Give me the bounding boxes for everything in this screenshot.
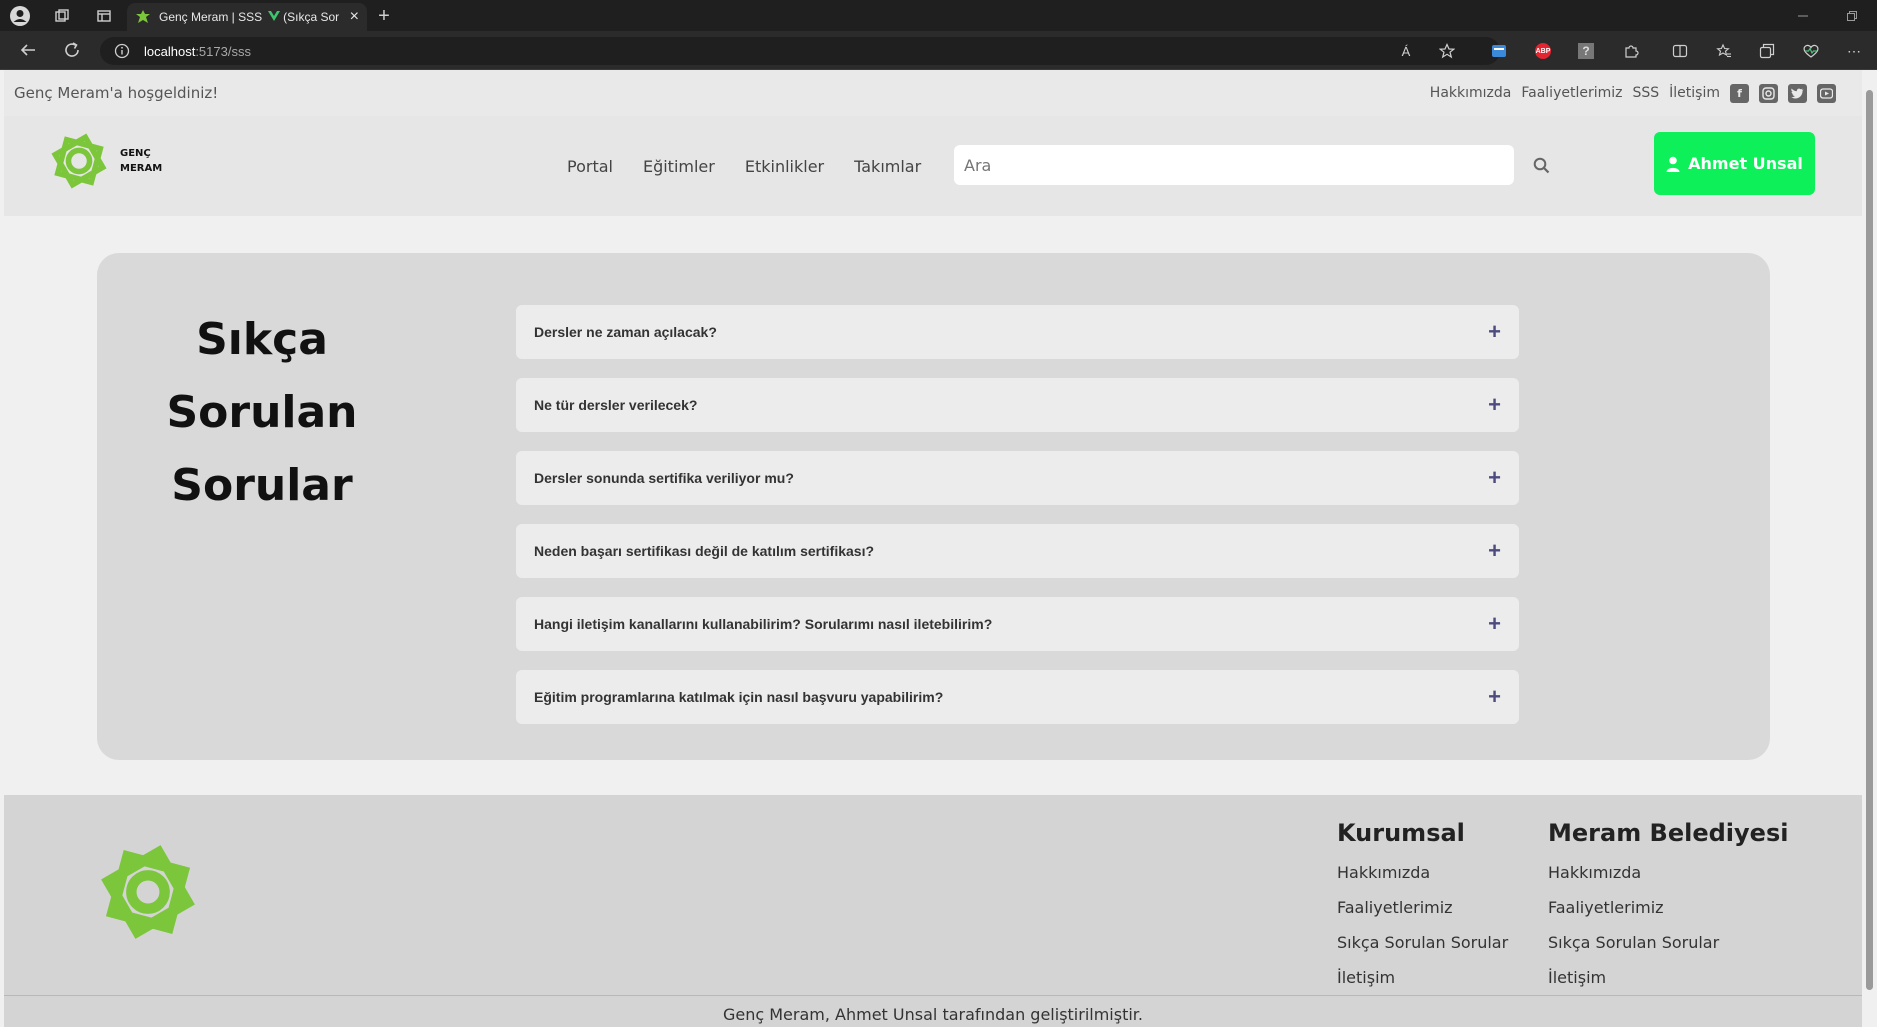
favorites-icon[interactable] bbox=[1710, 37, 1738, 65]
page-title-line: Sorular bbox=[171, 460, 353, 511]
url-host: localhost bbox=[144, 43, 196, 59]
browser-tab-bar: Genç Meram | SSS (Sıkça Sor × + bbox=[0, 0, 1877, 31]
faq-question: Ne tür dersler verilecek? bbox=[534, 397, 698, 413]
faq-question: Hangi iletişim kanallarını kullanabiliri… bbox=[534, 616, 993, 632]
search-input[interactable] bbox=[954, 145, 1514, 185]
search-icon[interactable] bbox=[1527, 151, 1555, 179]
favorite-star-icon[interactable] bbox=[1433, 37, 1461, 65]
tab-title: Genç Meram | SSS bbox=[159, 10, 263, 24]
logo-text-line1: GENÇ bbox=[120, 148, 151, 159]
nav-trainings[interactable]: Eğitimler bbox=[643, 157, 715, 176]
facebook-icon[interactable]: f bbox=[1730, 83, 1749, 103]
workspaces-icon[interactable] bbox=[48, 2, 76, 30]
faq-item[interactable]: Hangi iletişim kanallarını kullanabiliri… bbox=[516, 597, 1519, 651]
site-logo[interactable]: GENÇ MERAM bbox=[48, 130, 198, 192]
expand-plus-icon[interactable]: + bbox=[1488, 540, 1501, 562]
page-viewport: Genç Meram'a hoşgeldiniz! Hakkımızda Faa… bbox=[4, 70, 1862, 1027]
footer-column-belediye: Meram Belediyesi Hakkımızda Faaliyetleri… bbox=[1548, 811, 1788, 995]
footer-divider bbox=[4, 995, 1862, 996]
logo-text-line2: MERAM bbox=[120, 163, 163, 174]
faq-question: Dersler ne zaman açılacak? bbox=[534, 324, 717, 340]
scrollbar-thumb[interactable] bbox=[1866, 90, 1873, 990]
restore-icon[interactable] bbox=[1838, 2, 1866, 30]
minimize-icon[interactable] bbox=[1789, 2, 1817, 30]
footer-link[interactable]: Faaliyetlerimiz bbox=[1548, 890, 1788, 925]
footer-link[interactable]: Hakkımızda bbox=[1337, 855, 1508, 890]
expand-plus-icon[interactable]: + bbox=[1488, 321, 1501, 343]
nav-events[interactable]: Etkinlikler bbox=[745, 157, 824, 176]
browser-essentials-icon[interactable] bbox=[1797, 37, 1825, 65]
read-aloud-icon[interactable]: Á bbox=[1392, 37, 1420, 65]
extension-unknown-icon[interactable]: ? bbox=[1572, 37, 1600, 65]
twitter-icon[interactable] bbox=[1788, 83, 1807, 103]
top-link-about[interactable]: Hakkımızda bbox=[1430, 85, 1512, 101]
top-link-contact[interactable]: İletişim bbox=[1669, 85, 1720, 101]
new-tab-icon[interactable]: + bbox=[370, 2, 398, 30]
faq-item[interactable]: Eğitim programlarına katılmak için nasıl… bbox=[516, 670, 1519, 724]
site-footer: Kurumsal Hakkımızda Faaliyetlerimiz Sıkç… bbox=[4, 795, 1862, 1027]
page-title-line: Sıkça bbox=[196, 314, 328, 365]
collections-icon[interactable] bbox=[1753, 37, 1781, 65]
faq-question: Eğitim programlarına katılmak için nasıl… bbox=[534, 689, 944, 705]
back-icon[interactable] bbox=[14, 36, 42, 64]
tab-actions-icon[interactable] bbox=[90, 2, 118, 30]
expand-plus-icon[interactable]: + bbox=[1488, 467, 1501, 489]
extensions-puzzle-icon[interactable] bbox=[1617, 37, 1645, 65]
faq-item[interactable]: Ne tür dersler verilecek? + bbox=[516, 378, 1519, 432]
expand-plus-icon[interactable]: + bbox=[1488, 686, 1501, 708]
youtube-icon[interactable] bbox=[1817, 83, 1836, 103]
top-link-faq[interactable]: SSS bbox=[1632, 85, 1659, 101]
footer-link[interactable]: Sıkça Sorulan Sorular bbox=[1337, 925, 1508, 960]
footer-link[interactable]: Hakkımızda bbox=[1548, 855, 1788, 890]
faq-question: Neden başarı sertifikası değil de katılı… bbox=[534, 543, 875, 559]
more-menu-icon[interactable]: ⋯ bbox=[1840, 37, 1868, 65]
user-account-button[interactable]: Ahmet Unsal bbox=[1654, 132, 1815, 195]
expand-plus-icon[interactable]: + bbox=[1488, 394, 1501, 416]
close-tab-icon[interactable]: × bbox=[350, 8, 359, 26]
footer-link[interactable]: İletişim bbox=[1548, 960, 1788, 995]
faq-item[interactable]: Dersler sonunda sertifika veriliyor mu? … bbox=[516, 451, 1519, 505]
welcome-text: Genç Meram'a hoşgeldiniz! bbox=[14, 84, 219, 102]
footer-logo-icon[interactable] bbox=[96, 840, 200, 944]
faq-question: Dersler sonunda sertifika veriliyor mu? bbox=[534, 470, 794, 486]
extension-translate-icon[interactable] bbox=[1485, 37, 1513, 65]
footer-column-kurumsal: Kurumsal Hakkımızda Faaliyetlerimiz Sıkç… bbox=[1337, 811, 1508, 995]
page-title-line: Sorulan bbox=[166, 387, 358, 438]
user-name: Ahmet Unsal bbox=[1688, 154, 1803, 173]
site-info-icon[interactable] bbox=[114, 43, 130, 59]
nav-portal[interactable]: Portal bbox=[567, 157, 613, 176]
extension-adblock-icon[interactable]: ABP bbox=[1529, 37, 1557, 65]
refresh-icon[interactable] bbox=[58, 36, 86, 64]
tab-active[interactable]: Genç Meram | SSS (Sıkça Sor × bbox=[127, 3, 367, 31]
top-links: Hakkımızda Faaliyetlerimiz SSS İletişim … bbox=[1430, 70, 1836, 116]
expand-plus-icon[interactable]: + bbox=[1488, 613, 1501, 635]
tab-title-suffix: (Sıkça Sor bbox=[283, 10, 340, 24]
faq-item[interactable]: Neden başarı sertifikası değil de katılı… bbox=[516, 524, 1519, 578]
footer-link[interactable]: Faaliyetlerimiz bbox=[1337, 890, 1508, 925]
faq-item[interactable]: Dersler ne zaman açılacak? + bbox=[516, 305, 1519, 359]
url-field[interactable]: localhost:5173/sss bbox=[100, 37, 1500, 65]
main-nav: Portal Eğitimler Etkinlikler Takımlar bbox=[567, 116, 921, 216]
site-header: GENÇ MERAM Portal Eğitimler Etkinlikler … bbox=[4, 116, 1862, 216]
profile-icon[interactable] bbox=[6, 2, 34, 30]
instagram-icon[interactable] bbox=[1759, 83, 1778, 103]
nav-teams[interactable]: Takımlar bbox=[854, 157, 921, 176]
footer-heading: Meram Belediyesi bbox=[1548, 819, 1789, 847]
faq-section: Sıkça Sorulan Sorular Dersler ne zaman a… bbox=[97, 253, 1770, 760]
logo-emblem-icon bbox=[51, 133, 107, 189]
split-screen-icon[interactable] bbox=[1666, 37, 1694, 65]
adblock-label: ABP bbox=[1535, 47, 1551, 55]
footer-link[interactable]: Sıkça Sorulan Sorular bbox=[1548, 925, 1788, 960]
footer-credits: Genç Meram, Ahmet Unsal tarafından geliş… bbox=[722, 1005, 1143, 1024]
vue-icon bbox=[268, 10, 281, 25]
top-link-activities[interactable]: Faaliyetlerimiz bbox=[1521, 85, 1622, 101]
page-title: Sıkça Sorulan Sorular bbox=[97, 303, 427, 522]
site-favicon-icon bbox=[136, 10, 150, 23]
user-icon bbox=[1666, 156, 1680, 172]
footer-heading: Kurumsal bbox=[1337, 819, 1465, 847]
footer-link[interactable]: İletişim bbox=[1337, 960, 1508, 995]
url-path: :5173/sss bbox=[195, 43, 251, 59]
